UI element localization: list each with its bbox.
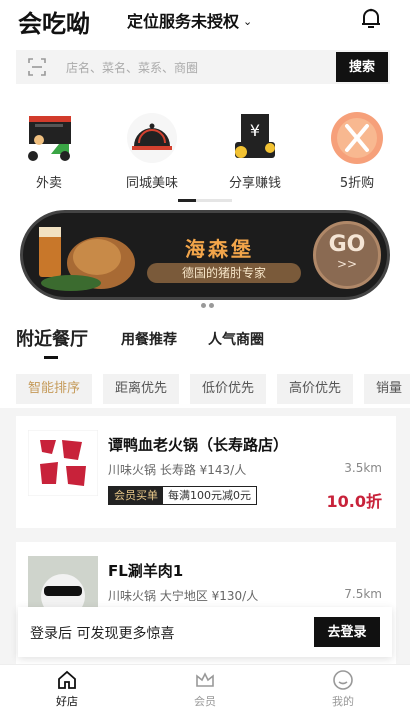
restaurant-distance: 7.5km bbox=[344, 587, 382, 601]
bottom-nav: 好店 会员 我的 bbox=[0, 664, 410, 708]
location-label: 定位服务未授权 bbox=[127, 12, 240, 31]
category-label: 分享赚钱 bbox=[228, 176, 281, 191]
svg-text:¥: ¥ bbox=[250, 121, 260, 140]
logo-text: 会吃呦 bbox=[18, 10, 90, 38]
active-tab-underline bbox=[44, 356, 58, 359]
category-label: 同城美味 bbox=[125, 176, 178, 191]
tab-hot-areas[interactable]: 人气商圈 bbox=[208, 329, 264, 349]
section-tabs: 附近餐厅 用餐推荐 人气商圈 bbox=[0, 325, 410, 365]
go-arrows: >> bbox=[336, 257, 358, 271]
tab-recommend[interactable]: 用餐推荐 bbox=[121, 329, 177, 349]
crown-icon bbox=[196, 672, 214, 687]
restaurant-name: 谭鸭血老火锅（长寿路店） bbox=[108, 436, 289, 454]
nav-label: 会员 bbox=[194, 695, 216, 708]
location-selector[interactable]: 定位服务未授权 ⌄ bbox=[127, 8, 252, 32]
header: 会吃呦 定位服务未授权 ⌄ bbox=[0, 0, 410, 40]
category-label: 5折购 bbox=[339, 176, 375, 191]
search-input[interactable]: 店名、菜名、菜系、商圈 bbox=[66, 59, 198, 76]
offer-badges: 会员买单 每满100元减0元 bbox=[108, 486, 257, 505]
go-label: GO bbox=[328, 232, 366, 257]
promo-banner[interactable]: 海森堡 德国的猪肘专家 GO >> bbox=[20, 210, 390, 300]
nav-profile[interactable]: 我的 bbox=[313, 669, 373, 708]
nav-home[interactable]: 好店 bbox=[37, 669, 97, 708]
login-button[interactable]: 去登录 bbox=[314, 617, 380, 647]
member-pay-badge: 会员买单 bbox=[109, 487, 163, 504]
category-row: 外卖 同城美味 ¥ 分享赚钱 5折购 bbox=[0, 110, 410, 200]
food-image bbox=[39, 227, 135, 291]
discount-label: 10.0折 bbox=[326, 492, 382, 511]
food-cloche-icon bbox=[124, 110, 180, 166]
restaurant-logo bbox=[27, 429, 99, 497]
fork-knife-icon bbox=[329, 110, 385, 166]
smiley-icon bbox=[333, 670, 353, 690]
category-local-food[interactable]: 同城美味 bbox=[107, 110, 197, 191]
delivery-scooter-icon bbox=[21, 110, 77, 166]
banner-pagination bbox=[190, 293, 230, 308]
bell-icon[interactable] bbox=[358, 6, 384, 32]
filter-high-price[interactable]: 高价优先 bbox=[277, 374, 354, 404]
chevron-down-icon: ⌄ bbox=[243, 15, 253, 28]
filter-smart[interactable]: 智能排序 bbox=[16, 374, 93, 404]
login-prompt: 登录后 可发现更多惊喜 去登录 bbox=[18, 607, 392, 657]
filter-sales[interactable]: 销量 bbox=[364, 374, 410, 404]
restaurant-meta: 川味火锅 长寿路 ¥143/人 bbox=[108, 463, 247, 477]
search-bar[interactable]: 店名、菜名、菜系、商圈 搜索 bbox=[16, 50, 390, 84]
app-logo: 会吃呦 bbox=[18, 4, 90, 39]
category-half-price[interactable]: 5折购 bbox=[312, 110, 402, 191]
filter-low-price[interactable]: 低价优先 bbox=[190, 374, 267, 404]
filter-row: 智能排序 距离优先 低价优先 高价优先 销量 bbox=[0, 370, 410, 408]
search-button[interactable]: 搜索 bbox=[336, 52, 388, 82]
scan-icon[interactable] bbox=[28, 58, 46, 76]
category-delivery[interactable]: 外卖 bbox=[4, 110, 94, 191]
category-label: 外卖 bbox=[35, 176, 62, 191]
category-share-earn[interactable]: ¥ 分享赚钱 bbox=[210, 110, 300, 191]
nav-label: 我的 bbox=[332, 695, 354, 708]
restaurant-name: FL涮羊肉1 bbox=[108, 562, 184, 580]
banner-go-button[interactable]: GO >> bbox=[313, 221, 381, 289]
offer-badge: 每满100元减0元 bbox=[168, 489, 251, 502]
restaurant-distance: 3.5km bbox=[344, 461, 382, 475]
home-icon bbox=[58, 670, 76, 689]
banner-title: 海森堡 bbox=[185, 237, 254, 261]
login-prompt-text: 登录后 可发现更多惊喜 bbox=[30, 626, 175, 642]
filter-distance[interactable]: 距离优先 bbox=[103, 374, 180, 404]
tab-nearby[interactable]: 附近餐厅 bbox=[16, 325, 88, 351]
restaurant-card[interactable]: 谭鸭血老火锅（长寿路店） 川味火锅 长寿路 ¥143/人 3.5km 会员买单每… bbox=[16, 416, 396, 528]
banner-subtitle: 德国的猪肘专家 bbox=[147, 263, 301, 283]
nav-label: 好店 bbox=[56, 695, 78, 708]
share-earn-icon: ¥ bbox=[227, 110, 283, 166]
restaurant-meta: 川味火锅 大宁地区 ¥130/人 bbox=[108, 589, 259, 603]
nav-member[interactable]: 会员 bbox=[175, 669, 235, 708]
category-scroll-indicator bbox=[178, 199, 232, 202]
